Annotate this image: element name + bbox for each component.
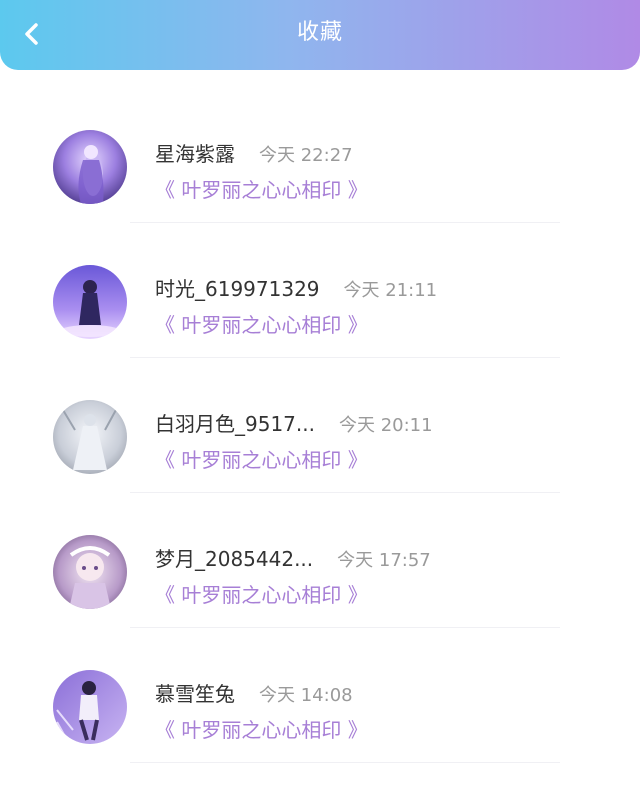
book-title[interactable]: 《 叶罗丽之心心相印 》 xyxy=(155,174,368,203)
timestamp: 今天 22:27 xyxy=(259,145,353,166)
avatar[interactable] xyxy=(53,670,127,744)
book-title[interactable]: 《 叶罗丽之心心相印 》 xyxy=(155,309,368,338)
user-name: 梦月_2085442... xyxy=(155,547,314,571)
list-item[interactable]: 星海紫露 今天 22:27 《 叶罗丽之心心相印 》 xyxy=(0,88,640,223)
user-name: 时光_619971329 xyxy=(155,277,320,301)
avatar[interactable] xyxy=(53,400,127,474)
book-title[interactable]: 《 叶罗丽之心心相印 》 xyxy=(155,579,368,608)
timestamp: 今天 17:57 xyxy=(337,550,431,571)
divider xyxy=(130,762,560,763)
avatar[interactable] xyxy=(53,130,127,204)
timestamp: 今天 21:11 xyxy=(343,280,438,301)
user-name: 白羽月色_9517... xyxy=(155,412,315,436)
avatar[interactable] xyxy=(53,265,127,339)
user-name: 星海紫露 xyxy=(155,142,235,166)
list-item[interactable]: 时光_619971329 今天 21:11 《 叶罗丽之心心相印 》 xyxy=(0,223,640,358)
list-item[interactable]: 慕雪笙兔 今天 14:08 《 叶罗丽之心心相印 》 xyxy=(0,628,640,763)
book-title[interactable]: 《 叶罗丽之心心相印 》 xyxy=(155,714,368,743)
list-item[interactable]: 白羽月色_9517... 今天 20:11 《 叶罗丽之心心相印 》 xyxy=(0,358,640,493)
top-bar: 收藏 xyxy=(0,0,640,70)
avatar[interactable] xyxy=(53,535,127,609)
timestamp: 今天 20:11 xyxy=(338,415,433,436)
book-title[interactable]: 《 叶罗丽之心心相印 》 xyxy=(155,444,368,473)
page-title: 收藏 xyxy=(296,20,343,45)
timestamp: 今天 14:08 xyxy=(259,685,353,706)
user-name: 慕雪笙兔 xyxy=(155,682,235,706)
list-item[interactable]: 梦月_2085442... 今天 17:57 《 叶罗丽之心心相印 》 xyxy=(0,493,640,628)
favorites-list: 星海紫露 今天 22:27 《 叶罗丽之心心相印 》 时光_619971329 … xyxy=(0,88,640,763)
